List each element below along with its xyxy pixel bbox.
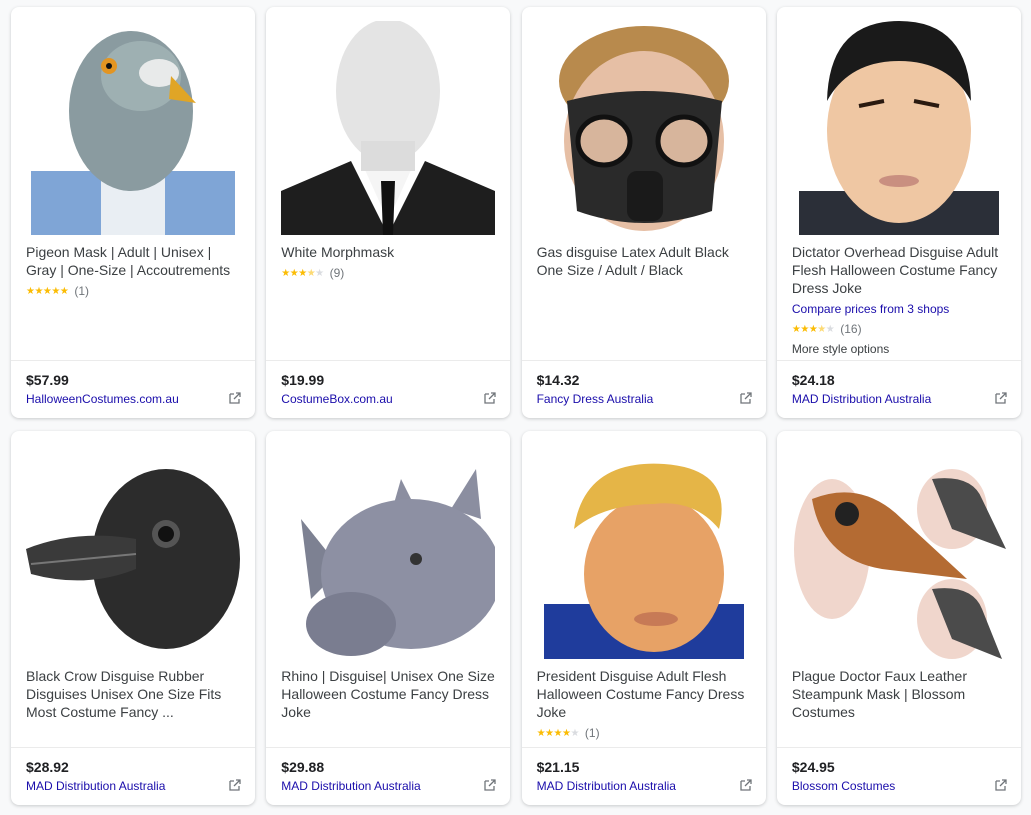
star-icon: ★★★★★ <box>281 267 324 279</box>
crow-mask-image <box>26 469 240 649</box>
product-card[interactable]: Rhino | Disguise| Unisex One Size Hallow… <box>266 431 511 805</box>
seller-link[interactable]: HalloweenCostumes.com.au <box>26 391 241 407</box>
product-price: $24.18 <box>791 372 835 388</box>
plague-doctor-mask-image <box>793 469 1006 659</box>
product-price: $28.92 <box>26 759 69 775</box>
external-link-icon[interactable] <box>739 779 752 791</box>
star-icon: ★★★★★ <box>26 285 69 297</box>
product-footer: $28.92 MAD Distribution Australia <box>11 747 255 805</box>
product-rating: ★★★★★ (9) <box>281 265 496 281</box>
product-image[interactable] <box>266 7 510 235</box>
product-price: $24.95 <box>791 759 835 775</box>
product-card[interactable]: Pigeon Mask | Adult | Unisex | Gray | On… <box>11 7 255 418</box>
seller-link[interactable]: MAD Distribution Australia <box>792 391 1007 407</box>
product-rating: ★★★★★ (16) <box>792 321 1007 337</box>
external-link-icon[interactable] <box>484 392 496 404</box>
gas-mask-image <box>558 26 729 231</box>
more-style-options[interactable]: More style options <box>792 342 1007 356</box>
product-footer: $21.15 MAD Distribution Australia <box>521 747 766 805</box>
external-link-icon[interactable] <box>229 779 241 791</box>
product-price: $14.32 <box>536 372 580 388</box>
product-rating: ★★★★★ (1) <box>537 725 752 741</box>
review-count: (1) <box>74 284 89 298</box>
compare-prices-link[interactable]: Compare prices from 3 shops <box>792 301 1007 317</box>
product-title[interactable]: President Disguise Adult Flesh Halloween… <box>537 667 752 721</box>
external-link-icon[interactable] <box>995 779 1007 791</box>
seller-link[interactable]: MAD Distribution Australia <box>537 778 752 794</box>
product-title[interactable]: Pigeon Mask | Adult | Unisex | Gray | On… <box>26 243 241 279</box>
review-count: (1) <box>584 726 600 740</box>
external-link-icon[interactable] <box>995 392 1007 404</box>
seller-link[interactable]: Blossom Costumes <box>792 778 1007 794</box>
review-count: (16) <box>840 322 862 336</box>
product-image[interactable] <box>11 431 255 659</box>
product-title[interactable]: Plague Doctor Faux Leather Steampunk Mas… <box>792 667 1007 721</box>
product-footer: $24.18 MAD Distribution Australia <box>776 360 1021 418</box>
product-title[interactable]: White Morphmask <box>281 243 496 261</box>
product-price: $21.15 <box>536 759 580 775</box>
seller-link[interactable]: MAD Distribution Australia <box>26 778 241 794</box>
product-card[interactable]: Gas disguise Latex Adult Black One Size … <box>521 7 766 418</box>
rhino-mask-image <box>301 469 496 656</box>
product-title[interactable]: Rhino | Disguise| Unisex One Size Hallow… <box>281 667 496 721</box>
product-image[interactable] <box>266 431 510 659</box>
product-card[interactable]: President Disguise Adult Flesh Halloween… <box>521 431 766 805</box>
product-footer: $29.88 MAD Distribution Australia <box>266 747 511 805</box>
product-card[interactable]: Dictator Overhead Disguise Adult Flesh H… <box>776 7 1021 418</box>
star-icon: ★★★★★ <box>536 727 580 739</box>
president-mask-image <box>543 463 744 659</box>
product-price: $29.88 <box>281 759 325 775</box>
external-link-icon[interactable] <box>739 392 752 404</box>
product-rating: ★★★★★ (1) <box>26 283 241 299</box>
product-title[interactable]: Dictator Overhead Disguise Adult Flesh H… <box>792 243 1007 297</box>
product-price: $19.99 <box>281 372 325 388</box>
seller-link[interactable]: Fancy Dress Australia <box>537 391 752 407</box>
external-link-icon[interactable] <box>229 392 241 404</box>
product-card[interactable]: White Morphmask ★★★★★ (9) $19.99 Costume… <box>266 7 511 418</box>
pigeon-mask-image <box>31 31 235 235</box>
product-footer: $24.95 Blossom Costumes <box>776 747 1021 805</box>
review-count: (9) <box>329 266 345 280</box>
product-card[interactable]: Plague Doctor Faux Leather Steampunk Mas… <box>776 431 1021 805</box>
product-image[interactable] <box>777 7 1021 235</box>
product-image[interactable] <box>777 431 1021 659</box>
product-image[interactable] <box>11 7 255 235</box>
product-price: $57.99 <box>26 372 69 388</box>
product-grid: Pigeon Mask | Adult | Unisex | Gray | On… <box>11 7 1021 805</box>
seller-link[interactable]: MAD Distribution Australia <box>281 778 496 794</box>
product-footer: $57.99 HalloweenCostumes.com.au <box>11 360 255 418</box>
star-icon: ★★★★★ <box>791 323 835 335</box>
external-link-icon[interactable] <box>484 779 496 791</box>
product-card[interactable]: Black Crow Disguise Rubber Disguises Uni… <box>11 431 255 805</box>
product-image[interactable] <box>522 7 766 235</box>
product-image[interactable] <box>522 431 766 659</box>
product-footer: $19.99 CostumeBox.com.au <box>266 360 511 418</box>
product-title[interactable]: Black Crow Disguise Rubber Disguises Uni… <box>26 667 241 721</box>
morphmask-image <box>281 21 496 235</box>
product-title[interactable]: Gas disguise Latex Adult Black One Size … <box>537 243 752 279</box>
dictator-mask-image <box>798 21 999 235</box>
product-footer: $14.32 Fancy Dress Australia <box>521 360 766 418</box>
seller-link[interactable]: CostumeBox.com.au <box>281 391 496 407</box>
